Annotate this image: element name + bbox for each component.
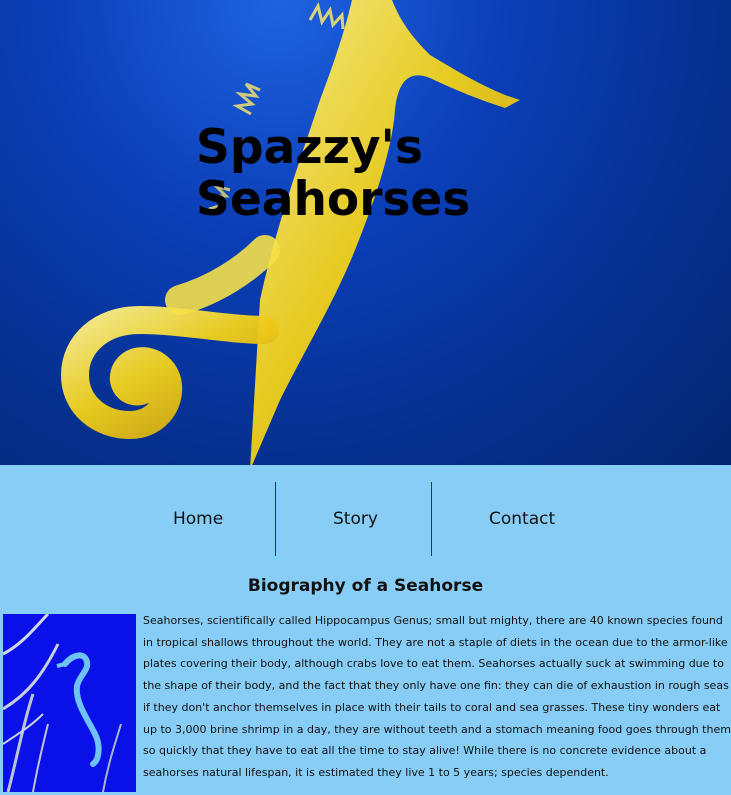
nav-contact-link[interactable]: Contact	[489, 465, 555, 573]
blue-seahorse-image	[3, 614, 136, 792]
site-title-line-1: Spazzy's	[196, 120, 423, 175]
site-title: Spazzy's Seahorses	[196, 122, 470, 226]
yellow-seahorse-image	[60, 0, 520, 465]
biography-paragraph: Seahorses, scientifically called Hippoca…	[143, 614, 731, 779]
nav-divider	[275, 482, 276, 556]
nav-divider	[431, 482, 432, 556]
nav-home-link[interactable]: Home	[173, 465, 223, 573]
biography-section: Seahorses, scientifically called Hippoca…	[0, 614, 731, 794]
main-nav: Home Story Contact	[0, 465, 731, 573]
nav-story-link[interactable]: Story	[333, 465, 378, 573]
hero-banner: Spazzy's Seahorses	[0, 0, 731, 465]
biography-heading: Biography of a Seahorse	[247, 576, 484, 596]
site-title-line-2: Seahorses	[196, 172, 471, 227]
